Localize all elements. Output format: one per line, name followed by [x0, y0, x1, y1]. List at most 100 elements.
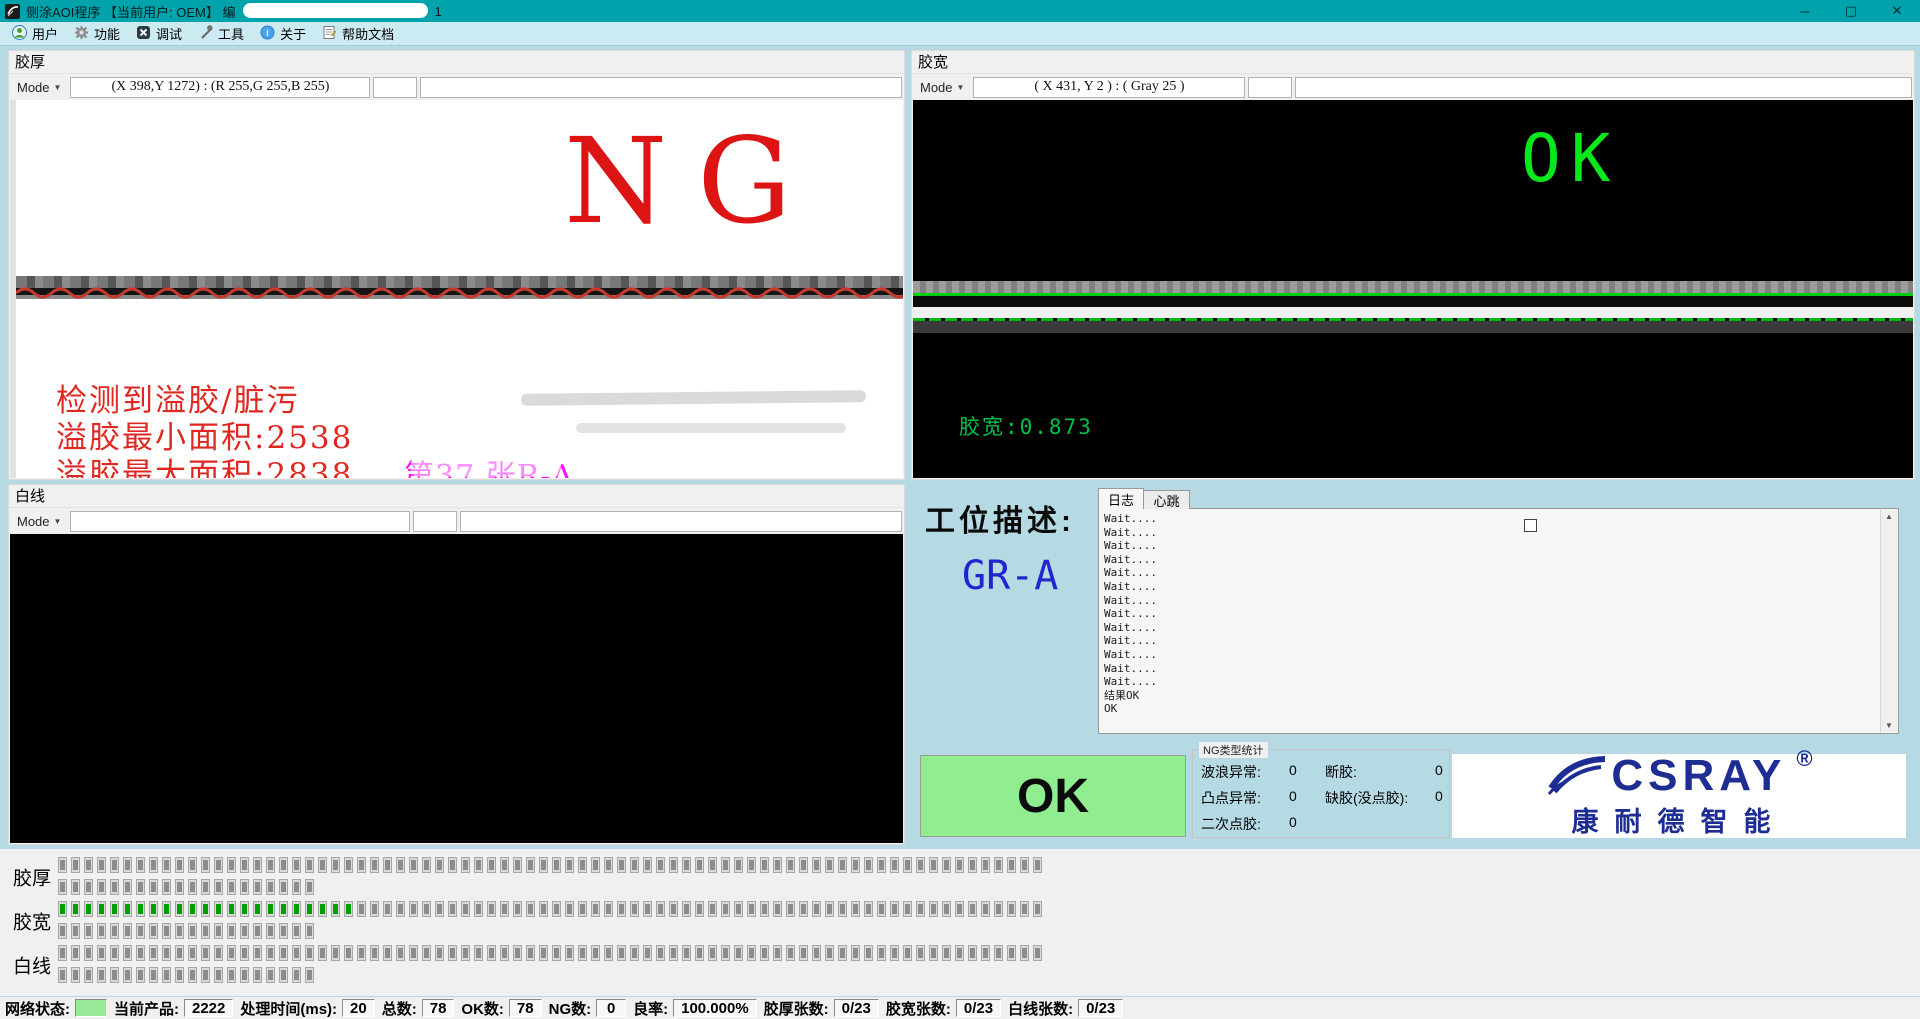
indicator-cell: [266, 923, 275, 939]
indicator-cell: [409, 857, 418, 873]
logo-swoosh-icon: [1545, 754, 1609, 796]
tab-heartbeat[interactable]: 心跳: [1144, 490, 1190, 509]
menu-item-user[interactable]: 用户: [6, 22, 68, 45]
ng-stat-value: [1435, 814, 1451, 834]
status-label: 胶厚张数:: [764, 998, 829, 1019]
menu-bar: 用户功能调试工具i关于帮助文档: [0, 22, 1920, 46]
indicator-cell: [422, 901, 431, 917]
chevron-down-icon: ▼: [957, 83, 965, 92]
indicator-cell: [825, 945, 834, 961]
log-line: Wait....: [1104, 553, 1876, 567]
app-window: 侧涂AOI程序 【当前用户: OEM】 编 1 ─ ▢ ✕ 用户功能调试工具i关…: [0, 0, 1920, 1019]
close-button[interactable]: ✕: [1874, 0, 1920, 22]
status-value: 78: [509, 999, 542, 1017]
menu-item-wrench[interactable]: 工具: [192, 22, 254, 45]
indicator-cell: [149, 879, 158, 895]
indicator-cell-green: [58, 901, 67, 917]
minimize-button[interactable]: ─: [1782, 0, 1828, 22]
log-content[interactable]: Wait....Wait....Wait....Wait....Wait....…: [1098, 508, 1899, 734]
status-label: 良率:: [633, 998, 668, 1019]
scroll-up-icon[interactable]: ▲: [1885, 512, 1893, 521]
indicator-cell: [942, 945, 951, 961]
indicator-cell: [292, 945, 301, 961]
jiaohou-image: NG 检测到溢胶/脏污 溢胶最小面积:2538 溢胶最大面积:2838 第37 …: [10, 100, 903, 478]
menu-item-about[interactable]: i关于: [254, 22, 316, 45]
indicator-cell: [227, 879, 236, 895]
menu-item-gear[interactable]: 功能: [68, 22, 130, 45]
indicator-cell: [227, 945, 236, 961]
indicator-cell: [890, 901, 899, 917]
indicator-cell: [266, 857, 275, 873]
indicator-cell: [526, 901, 535, 917]
indicator-cell: [786, 857, 795, 873]
indicator-cell: [266, 879, 275, 895]
indicator-cell: [773, 945, 782, 961]
indicator-cell: [175, 967, 184, 983]
indicator-cell: [214, 879, 223, 895]
indicator-cell: [539, 901, 548, 917]
indicator-cell: [461, 857, 470, 873]
result-ok-button[interactable]: OK: [920, 755, 1186, 837]
baixian-mode-dropdown[interactable]: Mode ▼: [11, 514, 67, 529]
indicator-cell: [773, 857, 782, 873]
maximize-button[interactable]: ▢: [1828, 0, 1874, 22]
indicator-cell: [617, 857, 626, 873]
ng-stat-label: 缺胶(没点胶):: [1325, 788, 1435, 808]
indicator-cell: [916, 857, 925, 873]
indicator-cell: [955, 901, 964, 917]
indicator-cell-green: [344, 901, 353, 917]
indicator-cell: [929, 901, 938, 917]
indicator-cell: [591, 901, 600, 917]
indicator-cell: [123, 879, 132, 895]
indicator-cell: [214, 967, 223, 983]
indicator-cell: [175, 923, 184, 939]
jiaohou-mode-dropdown[interactable]: Mode ▼: [11, 80, 67, 95]
menu-item-help-doc[interactable]: 帮助文档: [316, 22, 404, 45]
log-panel: 日志 心跳 Wait....Wait....Wait....Wait....Wa…: [1098, 488, 1899, 734]
scroll-down-icon[interactable]: ▼: [1885, 721, 1893, 730]
indicator-cell: [955, 945, 964, 961]
log-scrollbar[interactable]: ▲ ▼: [1880, 510, 1897, 732]
status-label: 当前产品:: [114, 998, 179, 1019]
tab-log[interactable]: 日志: [1098, 488, 1144, 509]
title-bar: 侧涂AOI程序 【当前用户: OEM】 编 1 ─ ▢ ✕: [0, 0, 1920, 22]
indicator-cell: [383, 901, 392, 917]
indicator-cell: [383, 857, 392, 873]
indicator-cell: [539, 945, 548, 961]
indicator-cell: [136, 945, 145, 961]
status-item: 白线张数:0/23: [1008, 998, 1123, 1019]
indicator-cell: [877, 901, 886, 917]
indicator-cell: [409, 901, 418, 917]
indicator-cell: [708, 857, 717, 873]
log-line: Wait....: [1104, 621, 1876, 635]
log-line: 结果OK: [1104, 689, 1876, 703]
indicator-cell: [357, 945, 366, 961]
indicator-cell: [513, 945, 522, 961]
indicator-cell: [500, 945, 509, 961]
chevron-down-icon: ▼: [54, 83, 62, 92]
ok-result-text: OK: [1521, 126, 1620, 192]
indicator-cell: [396, 901, 405, 917]
indicator-row: [58, 879, 1046, 897]
panel-jiaokuan-title: 胶宽: [912, 51, 1914, 74]
log-checkbox[interactable]: [1524, 519, 1537, 532]
indicator-cell: [292, 857, 301, 873]
indicator-cell: [1020, 901, 1029, 917]
menu-item-debug[interactable]: 调试: [130, 22, 192, 45]
indicator-cell: [812, 857, 821, 873]
indicator-cell: [201, 857, 210, 873]
indicator-cell: [656, 945, 665, 961]
panel-jiaohou: 胶厚 Mode ▼ (X 398,Y 1272) : (R 255,G 255,…: [8, 50, 905, 480]
jiaokuan-mode-dropdown[interactable]: Mode ▼: [914, 80, 970, 95]
indicator-cell: [331, 945, 340, 961]
status-label: 总数:: [382, 998, 417, 1019]
indicator-cell: [851, 945, 860, 961]
baixian-image: [10, 534, 903, 843]
ng-detail-text: 检测到溢胶/脏污 溢胶最小面积:2538 溢胶最大面积:2838 第37 张R-…: [56, 383, 353, 478]
grid-group-label: 白线: [13, 952, 51, 979]
indicator-cell: [396, 945, 405, 961]
indicator-cell: [84, 879, 93, 895]
window-title: 侧涂AOI程序 【当前用户: OEM】 编: [26, 2, 235, 21]
indicator-cell: [1033, 857, 1042, 873]
indicator-cell: [279, 945, 288, 961]
